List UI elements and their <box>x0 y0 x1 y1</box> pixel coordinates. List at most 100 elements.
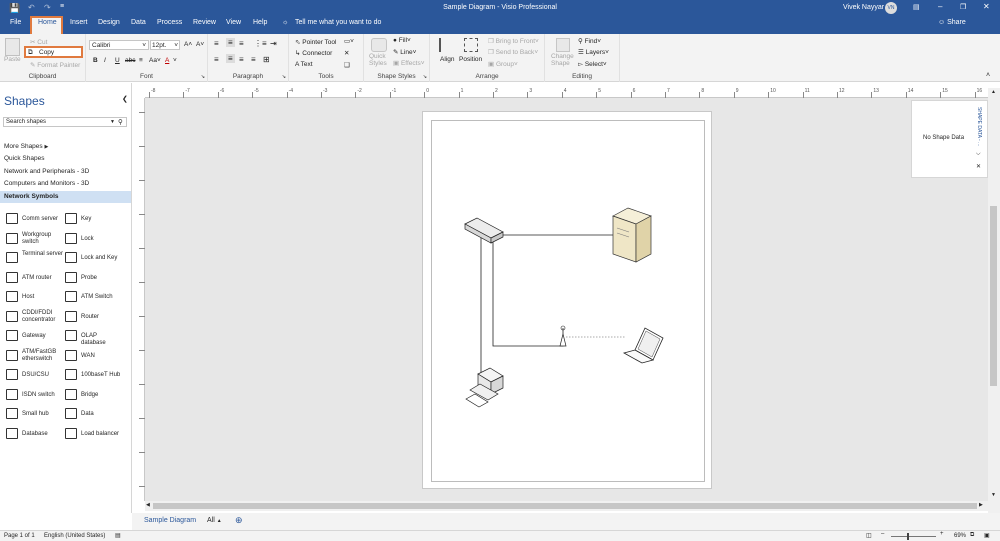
fit-window-icon[interactable]: ⧉ <box>970 532 974 539</box>
tab-data[interactable]: Data <box>131 19 146 26</box>
font-size-list-icon[interactable]: ≡ <box>139 57 143 64</box>
align-right-icon[interactable]: ≡ <box>239 55 244 64</box>
text-tool-button[interactable]: A Text <box>295 61 313 68</box>
stencil-icon[interactable] <box>65 310 77 322</box>
stencil-icon[interactable] <box>6 388 18 400</box>
stencil-item-label[interactable]: Database <box>22 431 64 438</box>
tab-review[interactable]: Review <box>193 19 216 26</box>
stencil-icon[interactable] <box>65 271 77 283</box>
collapse-pane-icon[interactable]: ❮ <box>122 95 128 103</box>
stencil-icon[interactable] <box>65 349 77 361</box>
stencil-item-label[interactable]: Small hub <box>22 411 64 418</box>
stencil-icon[interactable] <box>6 349 18 361</box>
font-color-icon[interactable]: A <box>165 57 169 64</box>
tab-file[interactable]: File <box>10 19 21 26</box>
stencil-item-label[interactable]: DSU/CSU <box>22 372 64 379</box>
align-button[interactable]: Align <box>440 56 454 63</box>
fit-page-icon[interactable]: ◫ <box>866 532 872 539</box>
pin-icon[interactable]: ⌵ <box>976 151 981 158</box>
quick-styles-icon[interactable] <box>371 38 387 52</box>
stencil-item-label[interactable]: Comm server <box>22 216 64 223</box>
change-case-icon[interactable]: Aa˅ <box>149 57 161 64</box>
avatar[interactable]: VN <box>885 2 897 14</box>
copy-button[interactable]: ⧉ Copy <box>24 46 83 58</box>
text-direction-icon[interactable]: ⊞ <box>263 55 270 64</box>
share-button[interactable]: ☺ Share <box>938 19 966 26</box>
restore-icon[interactable]: ❐ <box>960 3 966 11</box>
align-top-icon[interactable]: ≡ <box>214 39 219 48</box>
layers-button[interactable]: ☰ Layers˅ <box>578 48 609 56</box>
stencil-item-label[interactable]: Gateway <box>22 333 64 340</box>
stencil-item-label[interactable]: OLAP database <box>81 333 123 347</box>
position-button[interactable]: Position <box>459 56 482 63</box>
chevron-down-icon[interactable]: ˅ <box>173 57 177 64</box>
connector-switch-antenna[interactable] <box>492 240 564 347</box>
tab-insert[interactable]: Insert <box>70 19 88 26</box>
stencil-item-label[interactable]: Lock and Key <box>81 255 123 262</box>
more-shapes-item[interactable]: More Shapes ▶ <box>0 141 131 153</box>
search-shapes-box[interactable]: Search shapes ▼ ⚲ <box>3 117 127 127</box>
align-bottom-icon[interactable]: ≡ <box>239 39 244 48</box>
search-icon[interactable]: ⚲ <box>118 118 123 126</box>
zoom-slider-thumb[interactable] <box>907 533 909 540</box>
align-center-icon[interactable]: ≡ <box>226 54 235 63</box>
stencil-item-label[interactable]: 100baseT Hub <box>81 372 123 379</box>
zoom-slider[interactable] <box>891 536 936 537</box>
stencil-item-label[interactable]: ISDN switch <box>22 392 64 399</box>
stencil-icon[interactable] <box>6 310 18 322</box>
stencil-icon[interactable] <box>6 232 18 244</box>
stencil-item-label[interactable]: Lock <box>81 236 123 243</box>
stencil-item-label[interactable]: ATM Switch <box>81 294 123 301</box>
switch-windows-icon[interactable]: ▣ <box>984 532 990 539</box>
send-to-back-button[interactable]: ❐ Send to Back˅ <box>488 48 538 56</box>
group-button[interactable]: ▣ Group˅ <box>488 60 518 68</box>
tab-sample-diagram[interactable]: Sample Diagram <box>144 517 196 524</box>
scroll-up-icon[interactable]: ▲ <box>991 89 996 95</box>
stencil-item-label[interactable]: Load balancer <box>81 431 123 438</box>
stencil-icon[interactable] <box>65 291 77 302</box>
scroll-down-icon[interactable]: ▼ <box>991 492 996 498</box>
connector-button[interactable]: ↳ Connector <box>295 49 332 57</box>
tab-process[interactable]: Process <box>157 19 182 26</box>
stencil-item-label[interactable]: WAN <box>81 353 123 360</box>
computers-monitors-item[interactable]: Computers and Monitors - 3D <box>0 178 131 190</box>
stencil-icon[interactable] <box>65 330 77 341</box>
line-button[interactable]: ✎ Line˅ <box>393 48 416 56</box>
tab-home[interactable]: Home <box>38 19 57 26</box>
stencil-item-label[interactable]: Bridge <box>81 392 123 399</box>
font-family-select[interactable]: Calibri ˅ <box>89 40 149 50</box>
stencil-icon[interactable] <box>65 369 77 380</box>
tab-help[interactable]: Help <box>253 19 267 26</box>
change-shape-icon[interactable] <box>556 38 570 52</box>
stencil-icon[interactable] <box>65 408 77 419</box>
paste-icon[interactable] <box>5 38 20 56</box>
dialog-launcher-icon[interactable]: ↘ <box>282 74 286 80</box>
stencil-item-label[interactable]: Data <box>81 411 123 418</box>
antenna-shape[interactable] <box>559 325 567 347</box>
page-number[interactable]: Page 1 of 1 <box>4 533 35 539</box>
stencil-icon[interactable] <box>6 427 18 439</box>
scroll-right-icon[interactable]: ▶ <box>979 502 983 508</box>
change-shape-button[interactable]: Change Shape <box>551 53 577 67</box>
bullets-icon[interactable]: ⋮≡ <box>254 39 267 48</box>
indent-icon[interactable]: ⇥ <box>270 39 277 48</box>
strikethrough-icon[interactable]: abc <box>125 57 135 64</box>
server-shape[interactable] <box>612 207 652 263</box>
stencil-icon[interactable] <box>6 291 18 302</box>
stencil-item-label[interactable]: Router <box>81 314 123 321</box>
stencil-icon[interactable] <box>65 232 77 244</box>
user-name[interactable]: Vivek Nayyar <box>843 4 884 11</box>
workstation-shape[interactable] <box>465 367 504 408</box>
stencil-item-label[interactable]: Probe <box>81 275 123 282</box>
zoom-out-icon[interactable]: – <box>881 531 884 537</box>
chevron-down-icon[interactable]: ▼ <box>110 119 115 125</box>
dialog-launcher-icon[interactable]: ↘ <box>201 74 205 80</box>
macro-icon[interactable]: ▤ <box>115 532 121 539</box>
horizontal-scrollbar[interactable]: ◀ ▶ <box>145 501 988 511</box>
bring-to-front-button[interactable]: ❐ Bring to Front˅ <box>488 37 539 45</box>
stencil-icon[interactable] <box>65 388 77 400</box>
zoom-level[interactable]: 69% <box>954 533 966 539</box>
scroll-left-icon[interactable]: ◀ <box>146 502 150 508</box>
stencil-icon[interactable] <box>6 408 18 419</box>
stencil-icon[interactable] <box>6 369 18 380</box>
